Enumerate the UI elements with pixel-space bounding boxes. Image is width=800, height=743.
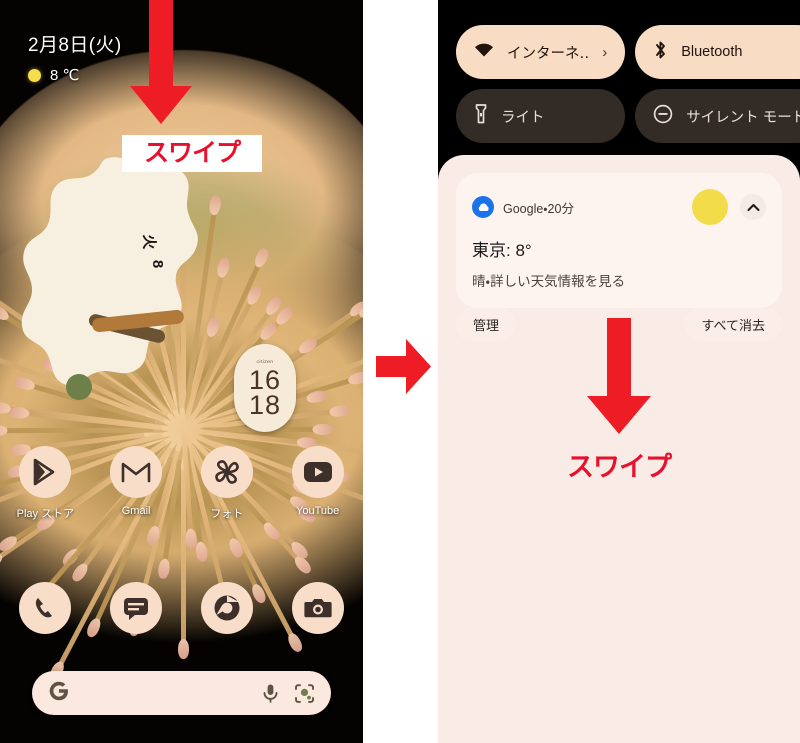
notification-title: 東京: 8° — [472, 236, 766, 261]
dock-camera[interactable] — [272, 582, 363, 634]
play-store-icon — [19, 446, 71, 498]
notification-subtitle[interactable]: 晴・詳しい天気情報を見る — [472, 270, 766, 290]
dock-phone[interactable] — [0, 582, 91, 634]
sun-icon — [28, 69, 41, 82]
comparison-figure: 2月8日(火) 8 ℃ 火 8 citizen 16 18 Play ストア G… — [0, 0, 800, 743]
wifi-icon — [474, 42, 494, 62]
flashlight-icon — [474, 104, 488, 128]
clock-brand-label: citizen — [257, 359, 274, 364]
temperature-label: 8 ℃ — [50, 66, 79, 84]
app-youtube[interactable]: YouTube — [272, 446, 363, 521]
app-label: Gmail — [122, 505, 151, 517]
home-status-block: 2月8日(火) 8 ℃ — [28, 30, 122, 84]
quick-settings-area: インターネ‥ › Bluetooth ライト サイレント モード — [438, 0, 800, 160]
analog-clock-widget[interactable]: 火 8 — [16, 152, 201, 440]
app-grid-row: Play ストア Gmail フォト YouTube — [0, 446, 363, 521]
clock-hours: 16 — [249, 368, 281, 393]
chevron-up-icon[interactable] — [740, 194, 766, 220]
arrow-down-icon — [122, 0, 200, 130]
date-label: 2月8日(火) — [28, 30, 122, 57]
arrow-down-icon — [579, 318, 659, 438]
qs-tile-label: インターネ‥ — [507, 42, 589, 63]
bluetooth-icon — [653, 40, 668, 64]
google-search-bar[interactable] — [32, 671, 331, 715]
digital-clock-widget[interactable]: citizen 16 18 — [234, 344, 296, 432]
app-play-store[interactable]: Play ストア — [0, 446, 91, 521]
google-g-icon — [48, 680, 70, 707]
camera-icon — [292, 582, 344, 634]
gmail-icon — [110, 446, 162, 498]
swipe-annotation-right: スワイプ — [544, 318, 694, 484]
manage-button[interactable]: 管理 — [456, 308, 516, 341]
messages-icon — [110, 582, 162, 634]
weather-row: 8 ℃ — [28, 66, 122, 84]
swipe-label-right: スワイプ — [544, 445, 694, 484]
phone-icon — [19, 582, 71, 634]
chrome-icon — [201, 582, 253, 634]
dock-chrome[interactable] — [182, 582, 273, 634]
sun-icon — [692, 189, 728, 225]
clock-face: 火 8 — [34, 174, 184, 419]
quick-settings-grid: インターネ‥ › Bluetooth ライト サイレント モード — [456, 25, 782, 143]
clock-date-number: 8 — [149, 260, 166, 269]
app-gmail[interactable]: Gmail — [91, 446, 182, 521]
app-label: Play ストア — [17, 505, 74, 521]
notification-controls — [692, 189, 766, 225]
swipe-annotation-left: スワイプ — [122, 0, 262, 172]
clock-day-label: 火 — [139, 234, 160, 250]
app-photos[interactable]: フォト — [182, 446, 273, 521]
qs-tile-internet[interactable]: インターネ‥ › — [456, 25, 625, 79]
app-label: フォト — [210, 505, 243, 521]
weather-notification-card[interactable]: Google・20分 東京: 8° 晴・詳しい天気情報を見る — [456, 173, 782, 308]
qs-tile-bluetooth[interactable]: Bluetooth — [635, 25, 800, 79]
left-phone-home-screen: 2月8日(火) 8 ℃ 火 8 citizen 16 18 Play ストア G… — [0, 0, 363, 743]
google-lens-icon[interactable] — [294, 683, 315, 704]
clear-all-button[interactable]: すべて消去 — [684, 308, 782, 341]
youtube-icon — [292, 446, 344, 498]
arrow-right-icon — [376, 337, 432, 397]
swipe-label-left: スワイプ — [122, 135, 262, 172]
qs-tile-label: ライト — [501, 106, 545, 127]
clock-minutes: 18 — [249, 393, 281, 418]
qs-tile-label: Bluetooth — [681, 44, 742, 60]
notification-header: Google・20分 — [472, 189, 766, 225]
qs-tile-flashlight[interactable]: ライト — [456, 89, 625, 143]
dock-messages[interactable] — [91, 582, 182, 634]
chevron-right-icon[interactable]: › — [602, 44, 607, 61]
do-not-disturb-icon — [653, 104, 673, 128]
google-weather-icon — [472, 196, 494, 218]
qs-tile-label: サイレント モード — [686, 106, 800, 127]
app-label: YouTube — [296, 505, 339, 517]
google-photos-icon — [201, 446, 253, 498]
notification-source: Google・20分 — [503, 198, 574, 217]
microphone-icon[interactable] — [261, 683, 280, 704]
qs-tile-silent-mode[interactable]: サイレント モード — [635, 89, 800, 143]
clock-accent-dot — [66, 374, 92, 400]
dock-row — [0, 582, 363, 634]
